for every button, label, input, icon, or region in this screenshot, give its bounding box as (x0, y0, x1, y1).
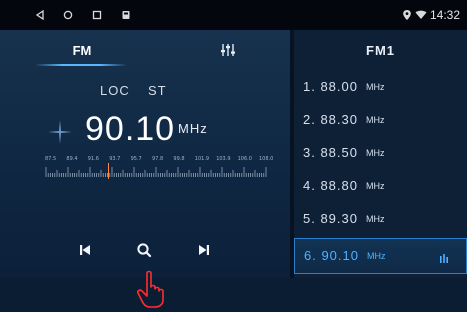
preset-item-1[interactable]: 1. 88.00 MHz (294, 70, 467, 103)
preset-unit: MHz (367, 251, 386, 261)
preset-item-5[interactable]: 5. 89.30 MHz (294, 202, 467, 235)
scale-label: 99.8 (173, 156, 185, 162)
preset-item-6[interactable]: 6. 90.10 MHz (294, 238, 467, 274)
frequency-unit: MHz (178, 121, 208, 136)
recent-apps-icon[interactable] (89, 0, 105, 30)
scale-label: 103.9 (216, 156, 231, 162)
equalizer-icon[interactable] (220, 42, 236, 58)
preset-frequency: 4. 88.80 (303, 178, 358, 193)
preset-frequency: 3. 88.50 (303, 145, 358, 160)
sparkle-decoration (48, 120, 72, 144)
scale-label: 101.9 (194, 156, 210, 162)
tuning-needle[interactable] (108, 163, 109, 179)
frequency-scale[interactable]: 87.5 89.4 91.6 93.7 95.7 97.8 99.8 101.9 103.9 10… (45, 156, 273, 179)
clock: 14:32 (430, 8, 461, 22)
preset-item-4[interactable]: 4. 88.80 MHz (294, 169, 467, 202)
home-icon[interactable] (60, 0, 76, 30)
scale-label: 108.0 (259, 156, 274, 162)
scale-label: 106.0 (237, 156, 252, 162)
preset-item-2[interactable]: 2. 88.30 MHz (294, 103, 467, 136)
active-tab-indicator (35, 64, 127, 66)
tab-fm[interactable]: FM (60, 43, 104, 58)
preset-frequency: 6. 90.10 (304, 248, 359, 263)
frequency-display: 90.10 (85, 110, 176, 148)
scale-label: 91.6 (87, 156, 99, 162)
now-playing-icon (439, 249, 451, 263)
next-icon (199, 245, 209, 255)
scale-label: 97.8 (152, 156, 164, 162)
pointer-hand-icon (136, 270, 170, 308)
preset-unit: MHz (366, 181, 385, 191)
back-icon[interactable] (32, 0, 48, 30)
location-icon (400, 0, 414, 30)
search-icon (137, 243, 152, 258)
preset-unit: MHz (366, 148, 385, 158)
preset-item-3[interactable]: 3. 88.50 MHz (294, 136, 467, 169)
scale-labels: 87.5 89.4 91.6 93.7 95.7 97.8 99.8 101.9 103.9 10… (45, 156, 273, 164)
next-button[interactable] (192, 240, 216, 260)
previous-icon (80, 245, 90, 255)
app-icon (118, 0, 134, 30)
preset-panel: FM1 1. 88.00 MHz 2. 88.30 MHz 3. 88.50 M… (294, 30, 467, 278)
preset-unit: MHz (366, 115, 385, 125)
status-bar: 14:32 (0, 0, 467, 30)
radio-panel: FM LOC ST 90.10 MHz 87.5 89.4 91.6 93.7 95.7… (0, 30, 290, 308)
search-button[interactable] (132, 240, 156, 260)
preset-frequency: 2. 88.30 (303, 112, 358, 127)
wifi-icon (414, 0, 428, 30)
stereo-indicator: ST (148, 83, 167, 98)
previous-button[interactable] (73, 240, 97, 260)
scale-label: 87.5 (45, 156, 57, 162)
scale-label: 93.7 (109, 156, 121, 162)
preset-frequency: 5. 89.30 (303, 211, 358, 226)
preset-unit: MHz (366, 82, 385, 92)
preset-unit: MHz (366, 214, 385, 224)
preset-list-title: FM1 (366, 42, 395, 58)
preset-frequency: 1. 88.00 (303, 79, 358, 94)
scale-label: 95.7 (130, 156, 142, 162)
scale-label: 89.4 (66, 156, 78, 162)
scale-ticks (45, 167, 267, 177)
loc-indicator[interactable]: LOC (100, 83, 130, 98)
